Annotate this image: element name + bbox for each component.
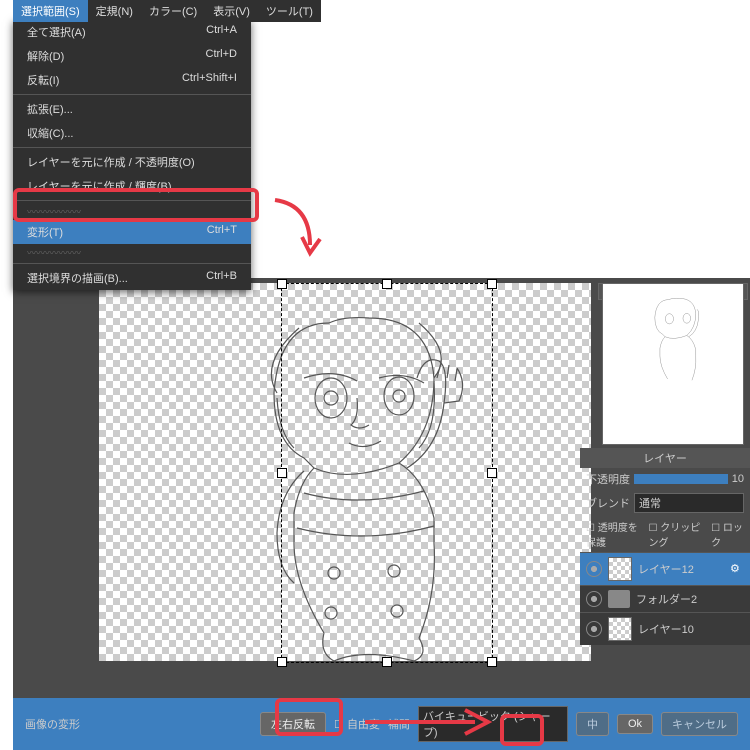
apply-button[interactable]: 中 xyxy=(576,712,609,736)
ck-alpha-lock[interactable]: ☐ 透明度を保護 xyxy=(586,519,643,549)
menu-item[interactable]: 変形(T)Ctrl+T xyxy=(13,220,251,244)
menu-item[interactable]: 解除(D)Ctrl+D xyxy=(13,44,251,68)
blend-select[interactable]: 通常 xyxy=(634,493,744,513)
opacity-label: 不透明度 xyxy=(586,471,630,487)
layer-name: レイヤー12 xyxy=(638,561,694,577)
folder-icon xyxy=(608,590,630,608)
ck-clipping[interactable]: ☐ クリッピング xyxy=(649,519,706,549)
layer-thumb xyxy=(608,557,632,581)
visibility-icon[interactable] xyxy=(586,561,602,577)
menu-color[interactable]: カラー(C) xyxy=(141,0,205,22)
transform-bounding-box[interactable] xyxy=(281,283,493,663)
annotation-arrow-2 xyxy=(360,702,500,742)
layer-name: レイヤー10 xyxy=(638,621,694,637)
menu-tool[interactable]: ツール(T) xyxy=(258,0,321,22)
layer-row[interactable]: レイヤー10 xyxy=(580,612,750,645)
layer-thumb xyxy=(608,617,632,641)
menu-item[interactable]: 反転(I)Ctrl+Shift+I xyxy=(13,68,251,92)
menu-item[interactable]: 選択境界の描画(B)...Ctrl+B xyxy=(13,266,251,290)
visibility-icon[interactable] xyxy=(586,621,602,637)
opacity-slider[interactable] xyxy=(634,474,728,484)
layer-row[interactable]: フォルダー2 xyxy=(580,585,750,612)
menu-view[interactable]: 表示(V) xyxy=(205,0,258,22)
ok-button[interactable]: Ok xyxy=(617,714,653,734)
layer-name: フォルダー2 xyxy=(636,591,697,607)
menu-selection[interactable]: 選択範囲(S) xyxy=(13,0,88,22)
ck-lock[interactable]: ☐ ロック xyxy=(711,519,744,549)
menu-ruler[interactable]: 定規(N) xyxy=(88,0,141,22)
flip-horizontal-button[interactable]: 左右反転 xyxy=(260,712,326,736)
menu-item[interactable]: 全て選択(A)Ctrl+A xyxy=(13,20,251,44)
blend-label: ブレンド xyxy=(586,495,630,511)
opacity-value: 10 xyxy=(732,473,744,485)
visibility-icon[interactable] xyxy=(586,591,602,607)
menubar: 選択範囲(S) 定規(N) カラー(C) 表示(V) ツール(T) xyxy=(13,0,321,22)
layer-panel: レイヤー 不透明度 10 ブレンド 通常 ☐ 透明度を保護 ☐ クリッピング ☐… xyxy=(580,448,750,645)
navigator-preview[interactable] xyxy=(602,283,744,445)
menu-item[interactable]: レイヤーを元に作成 / 不透明度(O) xyxy=(13,150,251,174)
gear-icon[interactable]: ⚙ xyxy=(730,562,744,576)
editor-window: − + ⤢ ◻ ↻ ⇋ ⇵ ○ xyxy=(13,278,750,750)
annotation-arrow-1 xyxy=(270,195,330,265)
menu-item[interactable]: 拡張(E)... xyxy=(13,97,251,121)
menu-item[interactable]: 収縮(C)... xyxy=(13,121,251,145)
layer-row[interactable]: レイヤー12 ⚙ xyxy=(580,552,750,585)
layer-panel-title: レイヤー xyxy=(580,448,750,468)
navigator-artwork xyxy=(610,289,736,386)
menu-item[interactable]: レイヤーを元に作成 / 輝度(B) xyxy=(13,174,251,198)
cancel-button[interactable]: キャンセル xyxy=(661,712,738,736)
transform-title: 画像の変形 xyxy=(25,716,80,732)
selection-menu-dropdown: 全て選択(A)Ctrl+A解除(D)Ctrl+D反転(I)Ctrl+Shift+… xyxy=(13,20,251,290)
layer-list: レイヤー12 ⚙ フォルダー2 レイヤー10 xyxy=(580,552,750,645)
